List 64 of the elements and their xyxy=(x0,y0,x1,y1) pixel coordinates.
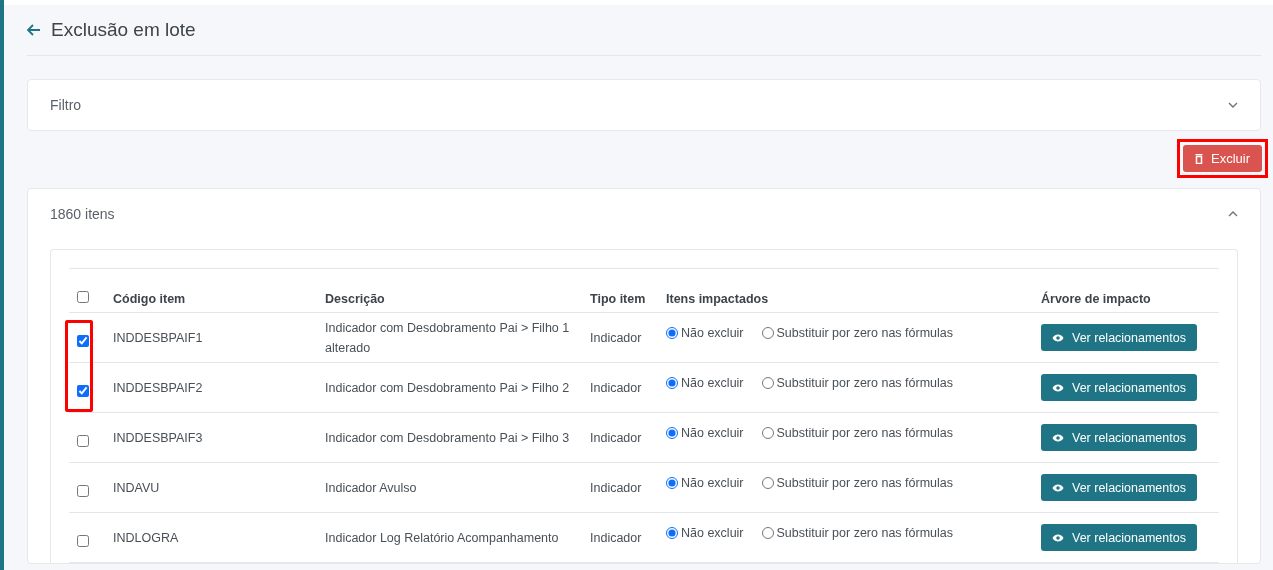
radio-button[interactable] xyxy=(666,476,678,489)
page-title: Exclusão em lote xyxy=(51,19,196,41)
table-cell: Indicador Avulso xyxy=(317,462,582,513)
table-cell: Indicador xyxy=(582,412,658,463)
radio-button[interactable] xyxy=(666,526,678,539)
view-relations-button[interactable]: Ver relacionamentos xyxy=(1041,474,1197,501)
chevron-up-icon[interactable] xyxy=(1228,211,1238,217)
eye-icon xyxy=(1052,533,1064,542)
back-arrow-icon[interactable] xyxy=(27,24,41,36)
chevron-down-icon[interactable] xyxy=(1228,102,1238,108)
radio-option[interactable]: Não excluir xyxy=(666,472,744,493)
column-header: Itens impactados xyxy=(658,283,1033,313)
row-checkbox[interactable] xyxy=(77,484,89,497)
radio-button[interactable] xyxy=(666,376,678,389)
view-relations-button[interactable]: Ver relacionamentos xyxy=(1041,374,1197,401)
table-cell: INDDESBPAIF2 xyxy=(105,362,317,413)
row-checkbox[interactable] xyxy=(77,334,89,347)
table-cell: INDDESBPAIF1 xyxy=(105,312,317,363)
trash-icon xyxy=(1195,153,1203,164)
row-checkbox[interactable] xyxy=(77,534,89,547)
radio-option[interactable]: Substituir por zero nas fórmulas xyxy=(761,372,953,393)
filter-title[interactable]: Filtro xyxy=(50,97,82,113)
table-cell: Indicador xyxy=(582,312,658,363)
table-cell: Indicador xyxy=(582,512,658,563)
table-cell: Indicador Log Relatório Acompanhamento xyxy=(317,512,582,563)
select-all-checkbox[interactable] xyxy=(77,291,89,303)
column-header: Árvore de impacto xyxy=(1033,283,1219,313)
table-cell: INDLOGRA xyxy=(105,512,317,563)
radio-option[interactable]: Substituir por zero nas fórmulas xyxy=(761,472,953,493)
radio-option[interactable]: Não excluir xyxy=(666,372,744,393)
column-header: Tipo item xyxy=(582,283,658,313)
view-relations-button[interactable]: Ver relacionamentos xyxy=(1041,524,1197,551)
table-cell: Indicador com Desdobramento Pai > Filho 1 alterado xyxy=(317,312,582,363)
radio-button[interactable] xyxy=(761,426,774,439)
radio-button[interactable] xyxy=(666,326,678,339)
column-header: Código item xyxy=(105,283,317,313)
column-header: Descrição xyxy=(317,283,582,313)
radio-button[interactable] xyxy=(761,326,774,339)
radio-option[interactable]: Não excluir xyxy=(666,522,744,543)
eye-icon xyxy=(1052,333,1064,342)
table-cell: Indicador xyxy=(582,362,658,413)
eye-icon xyxy=(1052,483,1064,492)
radio-button[interactable] xyxy=(761,376,774,389)
view-relations-button[interactable]: Ver relacionamentos xyxy=(1041,424,1197,451)
table-cell: Indicador xyxy=(582,462,658,513)
radio-option[interactable]: Substituir por zero nas fórmulas xyxy=(761,522,953,543)
items-count: 1860 itens xyxy=(50,206,115,222)
row-checkbox[interactable] xyxy=(77,434,89,447)
radio-option[interactable]: Não excluir xyxy=(666,422,744,443)
radio-button[interactable] xyxy=(666,426,678,439)
radio-option[interactable]: Substituir por zero nas fórmulas xyxy=(761,422,953,443)
eye-icon xyxy=(1052,383,1064,392)
view-relations-button[interactable]: Ver relacionamentos xyxy=(1041,324,1197,351)
delete-button[interactable]: Excluir xyxy=(1183,145,1262,172)
radio-option[interactable]: Não excluir xyxy=(666,322,744,343)
radio-button[interactable] xyxy=(761,526,774,539)
table-cell: INDAVU xyxy=(105,462,317,513)
eye-icon xyxy=(1052,433,1064,442)
table-cell: Indicador com Desdobramento Pai > Filho 3 xyxy=(317,412,582,463)
radio-option[interactable]: Substituir por zero nas fórmulas xyxy=(761,322,953,343)
radio-button[interactable] xyxy=(761,476,774,489)
table-cell: INDDESBPAIF3 xyxy=(105,412,317,463)
table-cell: Indicador com Desdobramento Pai > Filho 2 xyxy=(317,362,582,413)
row-checkbox[interactable] xyxy=(77,384,89,397)
